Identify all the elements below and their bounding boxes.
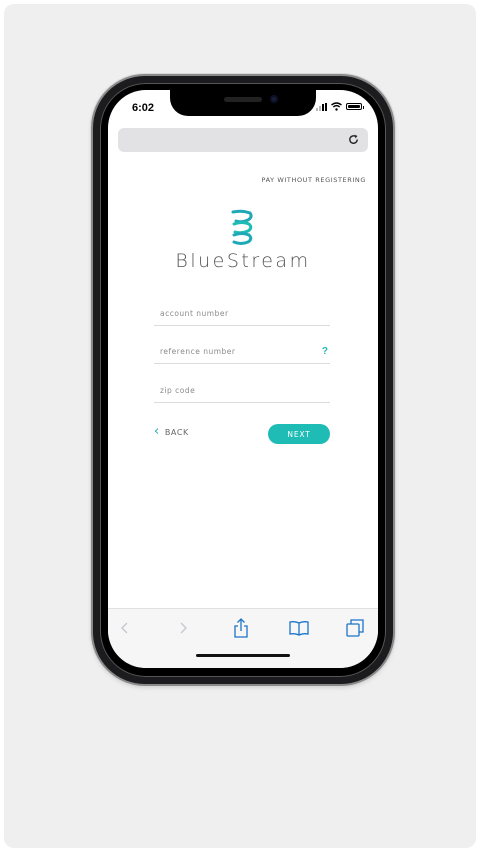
zip-code-field [154,377,330,403]
battery-icon [346,103,364,110]
wifi-icon [331,102,342,111]
reference-help-icon[interactable]: ? [322,346,328,357]
address-bar[interactable] [118,128,368,152]
brand-name: BlueStream [175,250,311,272]
reference-number-field: ? [154,338,330,364]
back-arrow-icon[interactable] [114,617,136,639]
tabs-icon[interactable] [344,617,366,639]
signal-icon [316,102,327,111]
account-number-input[interactable] [154,300,304,318]
phone-screen: 6:02 PAY WITHOUT REGISTERING BlueStream … [108,90,378,668]
status-icons [316,102,364,111]
reference-number-input[interactable] [154,338,304,356]
chevron-left-icon: ‹ [154,424,160,439]
browser-toolbar [108,608,378,668]
notch [170,90,316,116]
power-button [393,216,396,276]
back-button[interactable]: ‹ BACK [154,424,189,439]
back-button-label: BACK [164,427,189,437]
home-indicator [196,654,290,657]
reload-icon[interactable] [347,133,360,146]
front-camera [270,95,278,103]
forward-arrow-icon[interactable] [172,617,194,639]
status-time: 6:02 [132,102,155,114]
pay-without-registering-link[interactable]: PAY WITHOUT REGISTERING [261,176,366,184]
zip-code-input[interactable] [154,377,304,395]
speaker-grille [224,97,262,102]
share-icon[interactable] [230,617,252,639]
account-number-field [154,300,330,326]
bluestream-logo-icon [231,209,253,245]
bookmarks-icon[interactable] [288,617,310,639]
next-button[interactable]: NEXT [268,424,330,444]
